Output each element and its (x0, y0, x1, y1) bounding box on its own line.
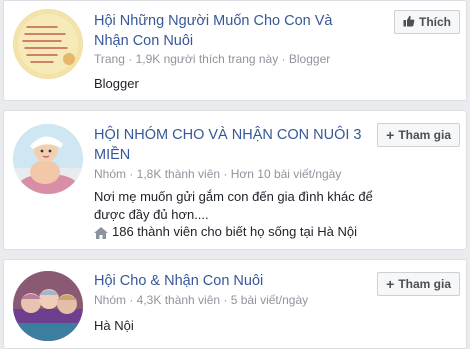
plus-icon: + (386, 127, 395, 143)
join-button-label: Tham gia (398, 277, 451, 291)
result-meta: Nhóm · 4,3K thành viên · 5 bài viết/ngày (94, 293, 309, 307)
result-title[interactable]: HỘI NHÓM CHO VÀ NHẬN CON NUÔI 3 MIỀN (94, 125, 364, 165)
group-avatar[interactable] (13, 124, 83, 194)
result-title[interactable]: Hội Cho & Nhận Con Nuôi (94, 271, 364, 291)
plus-icon: + (386, 276, 395, 292)
result-card: Hội Những Người Muốn Cho Con Và Nhận Con… (3, 0, 467, 101)
like-button-label: Thích (419, 15, 451, 29)
page-avatar[interactable] (13, 9, 83, 79)
residence-text: 186 thành viên cho biết họ sống tại Hà N… (112, 224, 358, 239)
join-button[interactable]: + Tham gia (377, 123, 460, 147)
group-avatar[interactable] (13, 271, 83, 341)
like-button[interactable]: Thích (394, 10, 460, 34)
result-meta: Nhóm · 1,8K thành viên · Hơn 10 bài viết… (94, 167, 342, 181)
result-description: Hà Nội (94, 318, 134, 333)
result-card: HỘI NHÓM CHO VÀ NHẬN CON NUÔI 3 MIỀN Nhó… (3, 110, 467, 250)
join-button-label: Tham gia (398, 128, 451, 142)
join-button[interactable]: + Tham gia (377, 272, 460, 296)
result-description: Blogger (94, 76, 139, 91)
result-title[interactable]: Hội Những Người Muốn Cho Con Và Nhận Con… (94, 11, 364, 51)
result-meta: Trang · 1,9K người thích trang này · Blo… (94, 52, 331, 66)
thumbs-up-icon (403, 15, 415, 30)
residence-info: 186 thành viên cho biết họ sống tại Hà N… (94, 223, 424, 241)
result-description: Nơi mẹ muốn gửi gắm con đến gia đình khá… (94, 189, 373, 222)
home-icon (94, 226, 108, 239)
